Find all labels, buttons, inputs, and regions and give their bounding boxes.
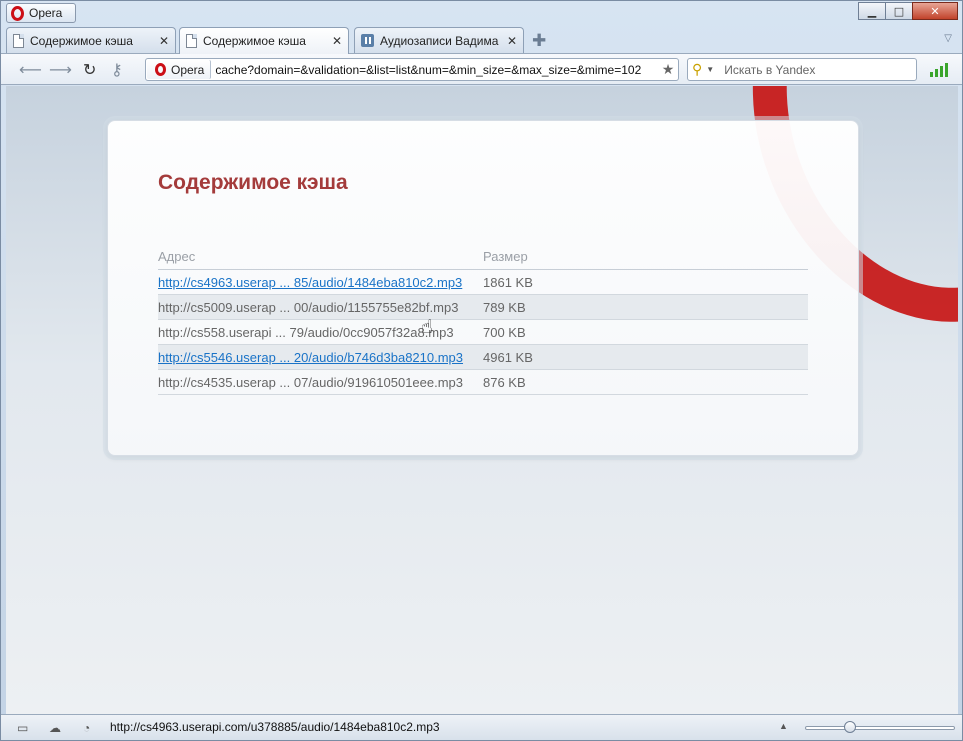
opera-logo-icon [155, 63, 166, 76]
bookmark-star-icon[interactable]: ★ [658, 62, 678, 78]
search-placeholder: Искать в Yandex [724, 62, 816, 77]
opera-menu-label: Opera [29, 6, 63, 20]
table-row: http://cs558.userapi ... 79/audio/0cc905… [158, 320, 808, 345]
cache-entry-size: 700 KB [483, 324, 526, 340]
browser-window: Opera ▁ □ ✕ Содержимое кэша ✕ Содержимое… [0, 0, 963, 741]
address-bar[interactable]: Opera cache?domain=&validation=&list=lis… [145, 58, 679, 81]
yandex-search-icon[interactable]: ⚲ [692, 61, 702, 78]
cache-entry-size: 876 KB [483, 374, 526, 390]
cache-entry-address: http://cs4535.userap ... 07/audio/919610… [158, 374, 464, 390]
close-tab-icon[interactable]: ✕ [507, 34, 517, 48]
tab-label: Содержимое кэша [30, 33, 133, 48]
page-icon [186, 34, 197, 48]
cache-entry-link[interactable]: http://cs4963.userap ... 85/audio/1484eb… [158, 275, 462, 290]
chevron-down-icon[interactable]: ▼ [706, 65, 714, 74]
page-icon [13, 33, 24, 48]
audio-icon [361, 34, 374, 47]
close-button[interactable]: ✕ [912, 2, 958, 20]
close-tab-icon[interactable]: ✕ [159, 34, 169, 48]
cache-entry-size: 4961 KB [483, 349, 533, 365]
panel-toggle-icon[interactable]: ▭ [17, 721, 28, 735]
table-header: Адрес Размер [158, 243, 808, 270]
table-row: http://cs4535.userap ... 07/audio/919610… [158, 370, 808, 395]
opera-badge-label: Opera [171, 62, 205, 77]
tab-cache-1[interactable]: Содержимое кэша ✕ [6, 27, 176, 53]
tab-label: Аудиозаписи Вадима ... [380, 33, 501, 48]
cache-panel: Содержимое кэша Адрес Размер http://cs49… [107, 120, 859, 456]
reload-icon[interactable]: ↻ [83, 60, 96, 79]
cache-entry-address: http://cs5009.userap ... 00/audio/115575… [158, 299, 459, 315]
zoom-slider[interactable] [805, 721, 955, 733]
zoom-slider-thumb[interactable] [844, 721, 857, 733]
window-controls: ▁ □ ✕ [858, 2, 958, 20]
maximize-button[interactable]: □ [885, 2, 913, 20]
new-tab-plus-icon[interactable]: ✚ [532, 31, 546, 51]
zoom-up-arrow-icon[interactable]: ▲ [779, 721, 788, 731]
page-title: Содержимое кэша [158, 171, 348, 194]
cache-entry-address: http://cs558.userapi ... 79/audio/0cc905… [158, 324, 454, 340]
table-row: http://cs5546.userap ... 20/audio/b746d3… [158, 345, 808, 370]
forward-arrow-icon[interactable]: ⟶ [49, 60, 72, 79]
column-header-size: Размер [483, 248, 528, 264]
opera-badge[interactable]: Opera [147, 60, 212, 79]
table-row: http://cs5009.userap ... 00/audio/115575… [158, 295, 808, 320]
key-icon[interactable]: ⚷ [111, 60, 123, 79]
url-input[interactable]: cache?domain=&validation=&list=list&num=… [211, 63, 658, 77]
tab-list-chevron-icon[interactable]: ▽ [944, 33, 952, 44]
tab-audio[interactable]: Аудиозаписи Вадима ... ✕ [354, 27, 524, 53]
status-url: http://cs4963.userapi.com/u378885/audio/… [110, 720, 440, 734]
network-signal-icon[interactable] [930, 63, 948, 77]
minimize-button[interactable]: ▁ [858, 2, 886, 20]
close-tab-icon[interactable]: ✕ [332, 34, 342, 48]
back-arrow-icon[interactable]: ⟵ [19, 60, 42, 79]
address-toolbar: ⟵ ⟶ ↻ ⚷ Opera cache?domain=&validation=&… [1, 53, 962, 85]
cache-entry-size: 1861 KB [483, 274, 533, 290]
tab-cache-2[interactable]: Содержимое кэша ✕ [179, 27, 349, 54]
cache-entry-size: 789 KB [483, 299, 526, 315]
unite-cloud-icon[interactable]: ☁ [49, 721, 61, 735]
cache-table: Адрес Размер http://cs4963.userap ... 85… [158, 243, 808, 395]
tab-bar: Содержимое кэша ✕ Содержимое кэша ✕ Ауди… [1, 25, 962, 54]
title-bar: Opera ▁ □ ✕ [1, 1, 962, 25]
opera-logo-icon [11, 5, 24, 21]
tab-label: Содержимое кэша [203, 34, 306, 48]
column-header-address: Адрес [158, 248, 196, 264]
page-viewport: Содержимое кэша Адрес Размер http://cs49… [6, 86, 958, 714]
search-field[interactable]: ⚲ ▼ Искать в Yandex [687, 58, 917, 81]
hand-cursor-icon: ☝ [421, 316, 433, 338]
opera-menu-button[interactable]: Opera [6, 3, 76, 23]
table-row: http://cs4963.userap ... 85/audio/1484eb… [158, 270, 808, 295]
turbo-speedometer-icon[interactable]: ◔ [83, 721, 90, 735]
status-bar: ▭ ☁ ◔ http://cs4963.userapi.com/u378885/… [1, 714, 962, 740]
cache-entry-link[interactable]: http://cs5546.userap ... 20/audio/b746d3… [158, 350, 463, 365]
